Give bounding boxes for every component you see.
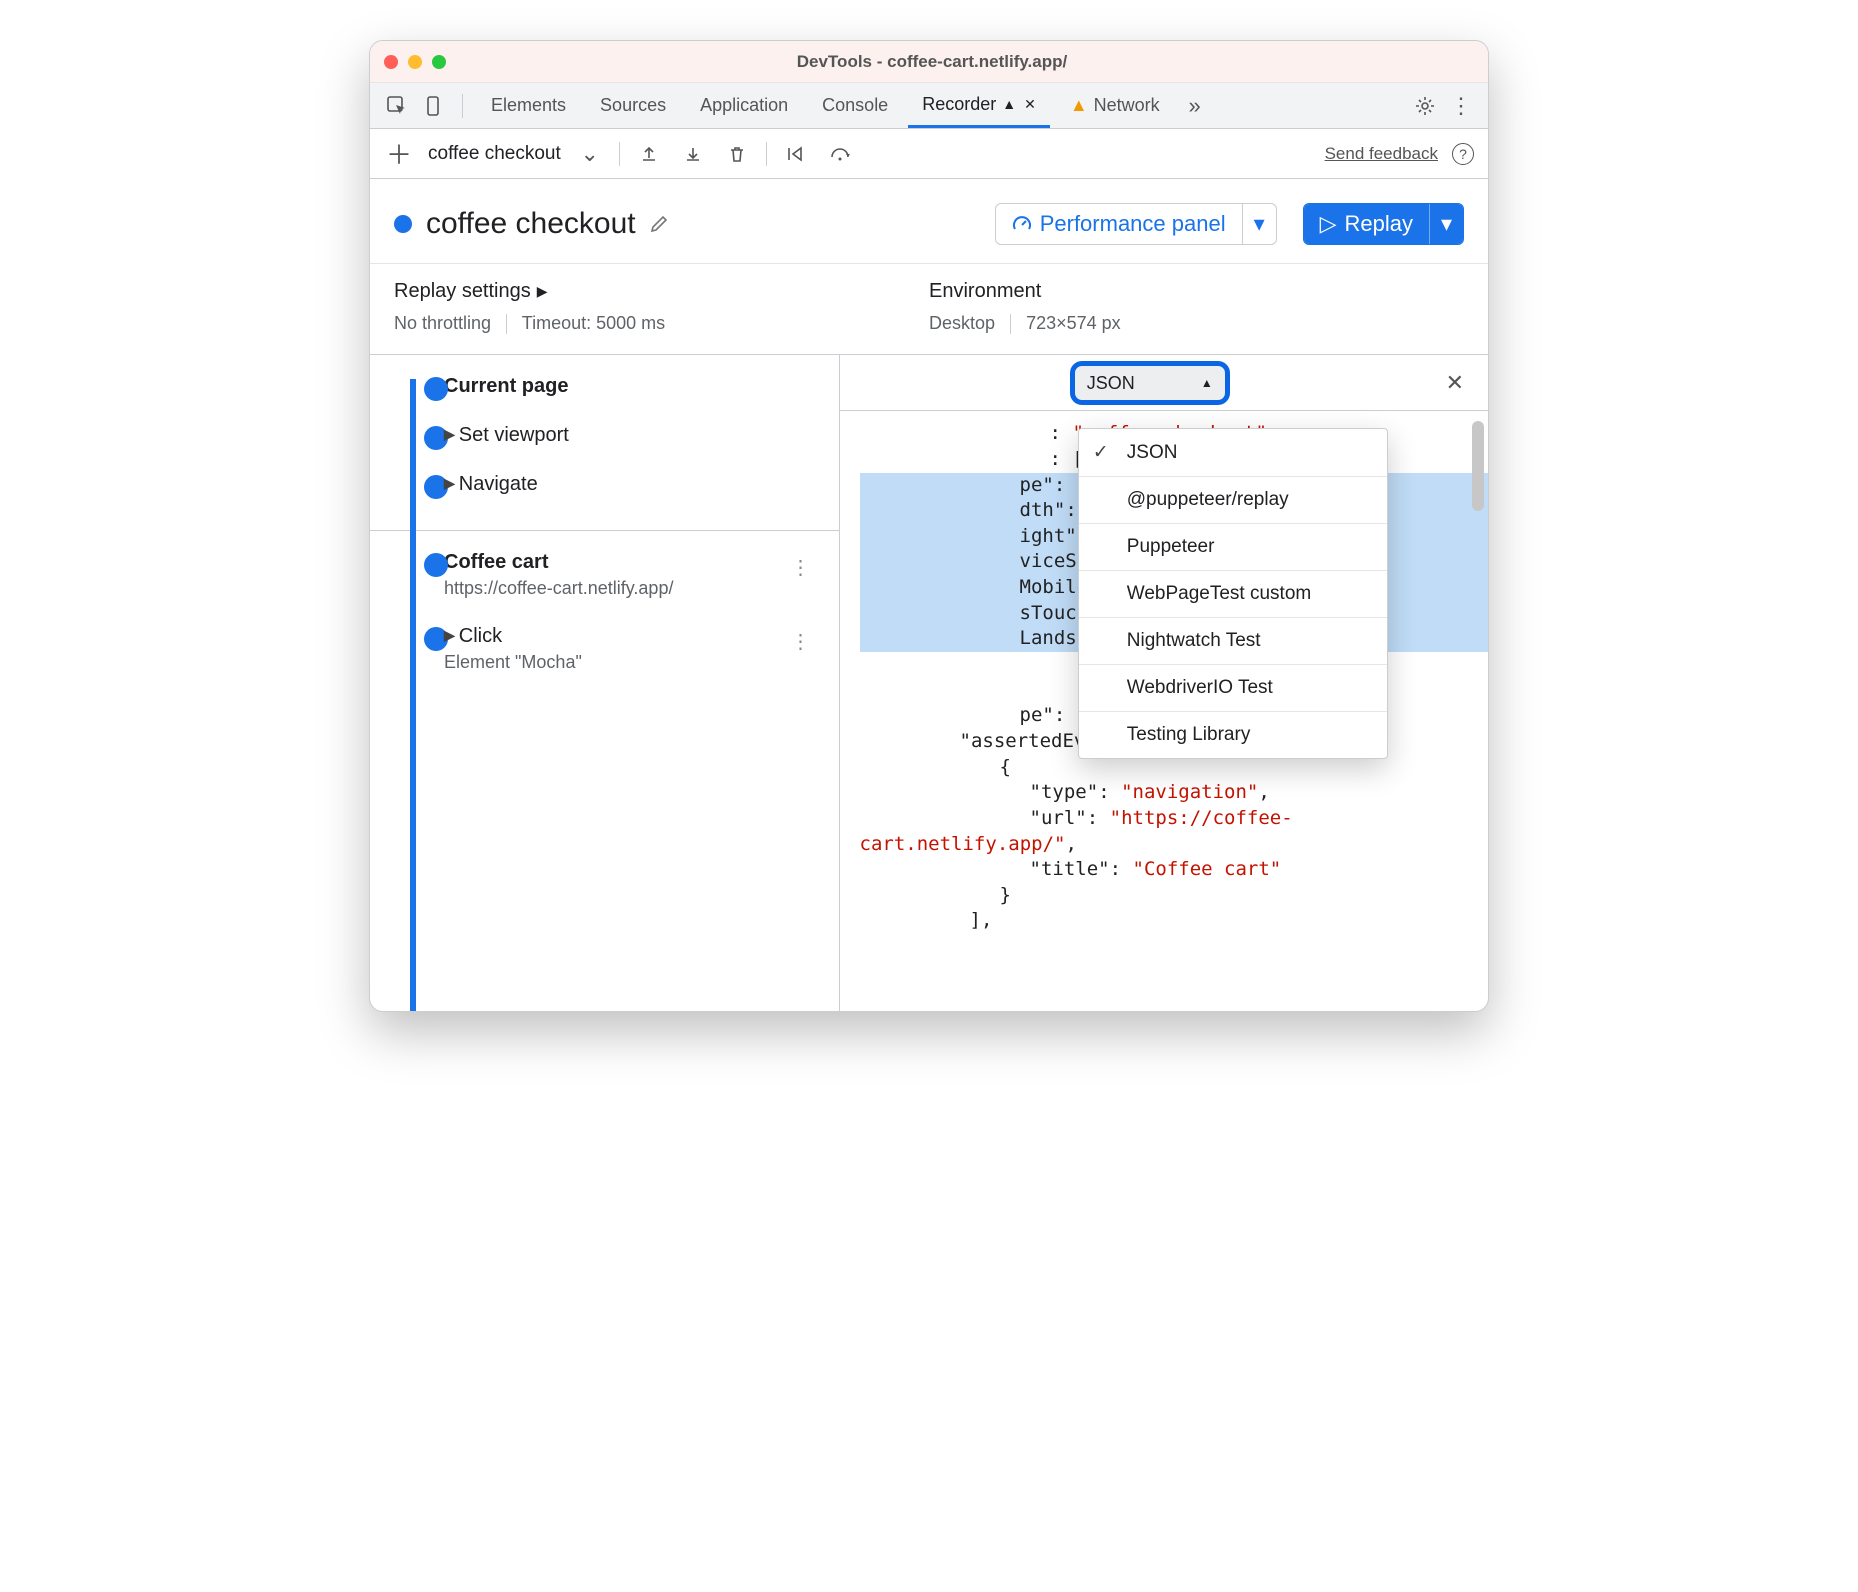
settings-row: Replay settings ▶ No throttling Timeout:… xyxy=(370,264,1488,355)
step-menu-icon[interactable]: ⋮ xyxy=(791,629,811,654)
replay-settings-values: No throttling Timeout: 5000 ms xyxy=(394,313,929,334)
step-title: Coffee cart xyxy=(444,551,819,574)
recorder-toolbar: ＋ coffee checkout ⌄ Send feedback ? xyxy=(370,129,1488,179)
expand-icon[interactable]: ▶ xyxy=(444,475,455,492)
experimental-icon: ▲ xyxy=(1002,96,1016,112)
timeout-value: Timeout: 5000 ms xyxy=(522,313,665,333)
env-dimensions: 723×574 px xyxy=(1026,313,1121,333)
format-option-puppeteer-replay[interactable]: @puppeteer/replay xyxy=(1079,477,1387,524)
step-current-page[interactable]: Current page xyxy=(394,375,839,424)
format-option-nightwatch[interactable]: Nightwatch Test xyxy=(1079,618,1387,665)
tab-elements[interactable]: Elements xyxy=(477,83,580,128)
play-icon: ▷ xyxy=(1320,211,1337,237)
window-titlebar: DevTools - coffee-cart.netlify.app/ xyxy=(370,41,1488,83)
recording-title: coffee checkout xyxy=(426,207,636,241)
steps-timeline: Current page ▶Set viewport ▶Navigate Cof… xyxy=(370,355,840,1011)
tab-label: Network xyxy=(1094,95,1160,116)
warning-icon: ▲ xyxy=(1070,95,1088,116)
step-title: Click xyxy=(459,625,502,647)
main-content: Current page ▶Set viewport ▶Navigate Cof… xyxy=(370,355,1488,1011)
button-label: Replay xyxy=(1345,211,1413,237)
environment-values: Desktop 723×574 px xyxy=(929,313,1464,334)
tab-network[interactable]: ▲ Network xyxy=(1056,83,1174,128)
recording-select[interactable]: coffee checkout xyxy=(428,143,561,165)
step-set-viewport[interactable]: ▶Set viewport xyxy=(394,424,839,473)
scrollbar-thumb[interactable] xyxy=(1472,421,1484,511)
edit-title-icon[interactable] xyxy=(648,213,670,235)
env-device: Desktop xyxy=(929,313,995,333)
tab-label: Elements xyxy=(491,95,566,116)
tab-sources[interactable]: Sources xyxy=(586,83,680,128)
format-select[interactable]: JSON ▲ ✓JSON @puppeteer/replay Puppeteer… xyxy=(1070,361,1230,405)
check-icon: ✓ xyxy=(1093,441,1115,464)
tab-label: Sources xyxy=(600,95,666,116)
devtools-window: DevTools - coffee-cart.netlify.app/ Elem… xyxy=(369,40,1489,1012)
environment-heading: Environment xyxy=(929,280,1464,303)
replay-dropdown-caret[interactable]: ▾ xyxy=(1429,204,1463,244)
delete-icon[interactable] xyxy=(722,139,752,169)
replay-settings-heading[interactable]: Replay settings ▶ xyxy=(394,280,929,303)
recording-title-heading: coffee checkout xyxy=(426,207,670,241)
tab-application[interactable]: Application xyxy=(686,83,802,128)
format-option-wpt[interactable]: WebPageTest custom xyxy=(1079,571,1387,618)
close-code-panel-icon[interactable]: ✕ xyxy=(1440,364,1470,402)
traffic-lights xyxy=(384,55,446,69)
format-option-puppeteer[interactable]: Puppeteer xyxy=(1079,524,1387,571)
recording-select-value: coffee checkout xyxy=(428,143,561,164)
step-over-icon[interactable] xyxy=(825,139,855,169)
tab-console[interactable]: Console xyxy=(808,83,902,128)
expand-icon[interactable]: ▶ xyxy=(444,426,455,443)
replay-button[interactable]: ▷ Replay ▾ xyxy=(1303,203,1464,245)
step-title: Navigate xyxy=(459,473,538,495)
performance-panel-button[interactable]: Performance panel ▾ xyxy=(995,203,1277,245)
close-tab-icon[interactable]: ✕ xyxy=(1024,96,1036,113)
inspect-element-icon[interactable] xyxy=(382,91,412,121)
performance-dropdown-caret[interactable]: ▾ xyxy=(1242,204,1276,244)
more-tabs-icon[interactable]: » xyxy=(1180,91,1210,121)
close-window-button[interactable] xyxy=(384,55,398,69)
send-feedback-link[interactable]: Send feedback xyxy=(1325,144,1438,164)
tab-recorder[interactable]: Recorder ▲ ✕ xyxy=(908,83,1050,128)
tab-label: Console xyxy=(822,95,888,116)
step-menu-icon[interactable]: ⋮ xyxy=(791,555,811,580)
code-toolbar: JSON ▲ ✓JSON @puppeteer/replay Puppeteer… xyxy=(840,355,1488,411)
zoom-window-button[interactable] xyxy=(432,55,446,69)
format-option-json[interactable]: ✓JSON xyxy=(1079,429,1387,477)
tab-label: Application xyxy=(700,95,788,116)
chevron-up-icon: ▲ xyxy=(1201,376,1213,390)
step-subtitle: https://coffee-cart.netlify.app/ xyxy=(444,578,819,599)
format-select-value: JSON xyxy=(1087,373,1135,394)
step-title: Set viewport xyxy=(459,424,569,446)
new-recording-icon[interactable]: ＋ xyxy=(384,139,414,169)
step-icon[interactable] xyxy=(781,139,811,169)
gauge-icon xyxy=(1012,214,1032,234)
step-navigate[interactable]: ▶Navigate xyxy=(394,473,839,522)
help-icon[interactable]: ? xyxy=(1452,143,1474,165)
import-icon[interactable] xyxy=(678,139,708,169)
panel-tabstrip: Elements Sources Application Console Rec… xyxy=(370,83,1488,129)
step-click[interactable]: ▶Click Element "Mocha" ⋮ xyxy=(394,625,839,699)
kebab-menu-icon[interactable]: ⋮ xyxy=(1446,91,1476,121)
settings-gear-icon[interactable] xyxy=(1410,91,1440,121)
export-icon[interactable] xyxy=(634,139,664,169)
code-view-panel: JSON ▲ ✓JSON @puppeteer/replay Puppeteer… xyxy=(840,355,1488,1011)
recording-header: coffee checkout Performance panel ▾ ▷ Re… xyxy=(370,179,1488,264)
format-option-testing-library[interactable]: Testing Library xyxy=(1079,712,1387,758)
window-title: DevTools - coffee-cart.netlify.app/ xyxy=(446,52,1418,72)
minimize-window-button[interactable] xyxy=(408,55,422,69)
recording-status-dot xyxy=(394,215,412,233)
recording-select-chevron-icon[interactable]: ⌄ xyxy=(575,139,605,169)
button-label: Performance panel xyxy=(1040,211,1226,237)
throttling-value: No throttling xyxy=(394,313,491,333)
step-subtitle: Element "Mocha" xyxy=(444,652,819,673)
tab-label: Recorder xyxy=(922,94,996,115)
expand-icon[interactable]: ▶ xyxy=(444,627,455,644)
step-coffee-cart[interactable]: Coffee cart https://coffee-cart.netlify.… xyxy=(394,551,839,625)
format-option-wdio[interactable]: WebdriverIO Test xyxy=(1079,665,1387,712)
chevron-right-icon: ▶ xyxy=(537,283,548,300)
step-title: Current page xyxy=(444,375,819,398)
device-toolbar-icon[interactable] xyxy=(418,91,448,121)
format-options-dropdown: ✓JSON @puppeteer/replay Puppeteer WebPag… xyxy=(1078,428,1388,759)
